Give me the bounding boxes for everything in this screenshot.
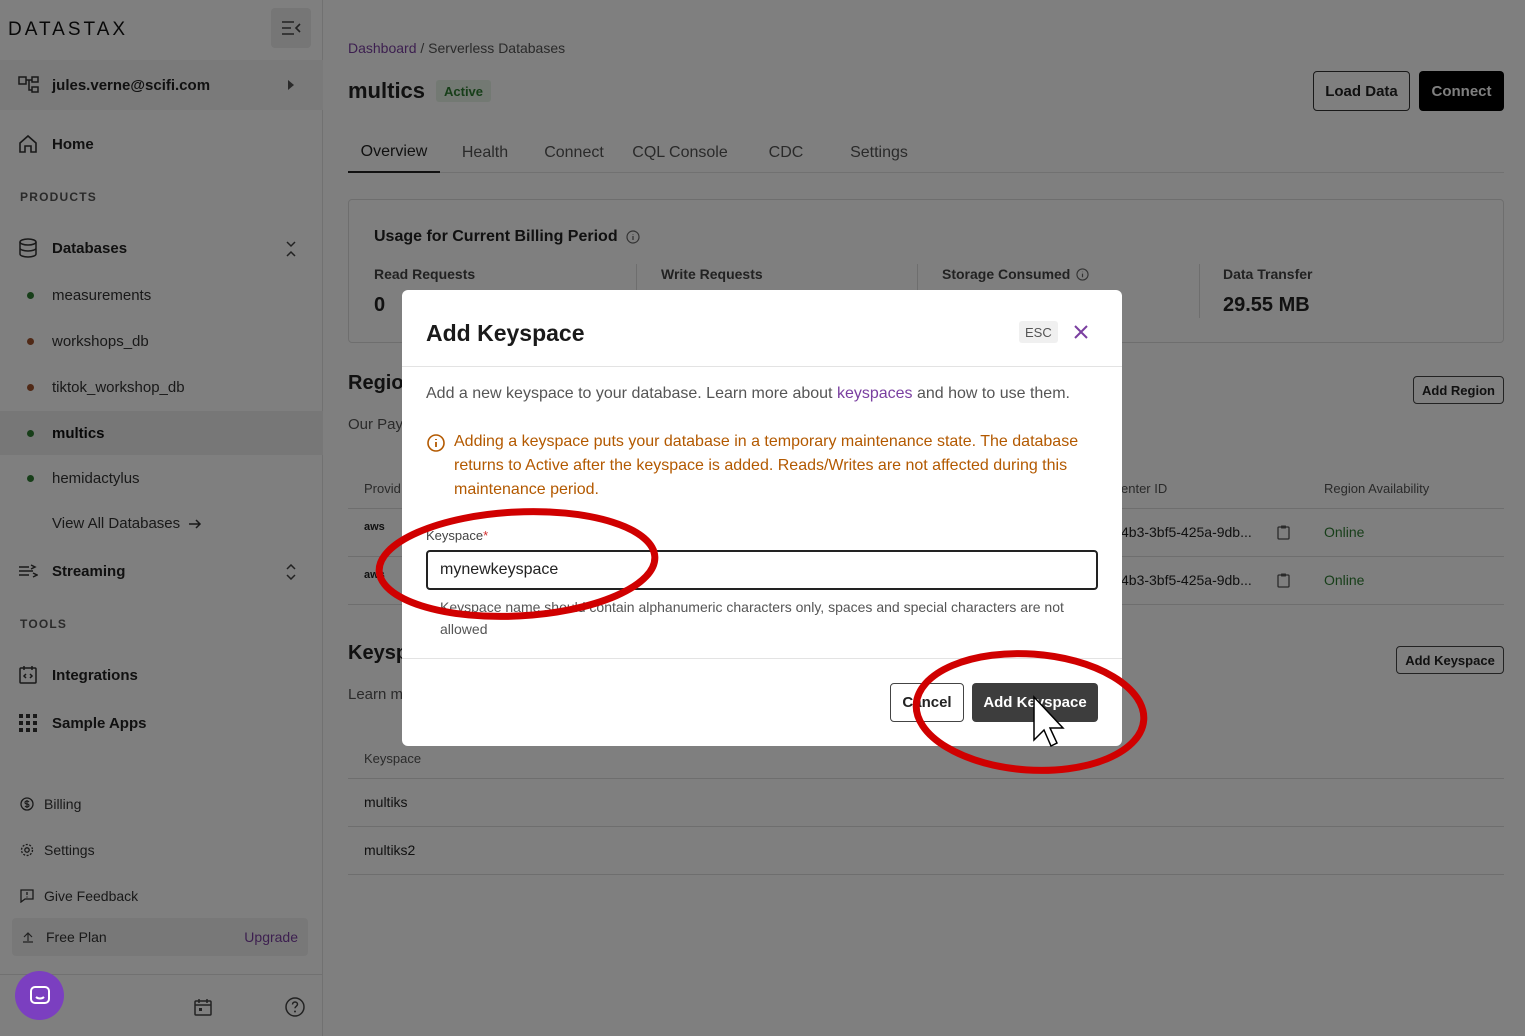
esc-key-hint: ESC	[1019, 321, 1058, 343]
keyspaces-docs-link[interactable]: keyspaces	[837, 385, 913, 402]
chat-icon	[29, 985, 50, 1004]
keyspace-helper-text: Keyspace name should contain alphanumeri…	[440, 599, 1064, 637]
cancel-button[interactable]: Cancel	[890, 683, 964, 722]
close-icon	[1074, 325, 1088, 339]
warning-info-icon	[427, 434, 445, 452]
keyspace-field-label: Keyspace*	[426, 528, 488, 543]
add-keyspace-dialog: Add Keyspace ESC Add a new keyspace to y…	[402, 290, 1122, 746]
required-mark: *	[483, 528, 489, 543]
add-keyspace-submit-button[interactable]: Add Keyspace	[972, 683, 1098, 722]
description-text: Add a new keyspace to your database. Lea…	[426, 385, 837, 402]
dialog-header: Add Keyspace ESC	[402, 290, 1122, 367]
dialog-title: Add Keyspace	[426, 320, 585, 346]
chat-launcher[interactable]	[15, 971, 64, 1020]
field-label-text: Keyspace	[426, 528, 484, 543]
divider	[402, 658, 1122, 659]
description-text: and how to use them.	[912, 385, 1070, 402]
maintenance-warning: Adding a keyspace puts your database in …	[454, 433, 1079, 498]
keyspace-input[interactable]	[426, 550, 1098, 590]
dialog-description: Add a new keyspace to your database. Lea…	[426, 385, 1070, 403]
close-button[interactable]	[1070, 321, 1092, 343]
